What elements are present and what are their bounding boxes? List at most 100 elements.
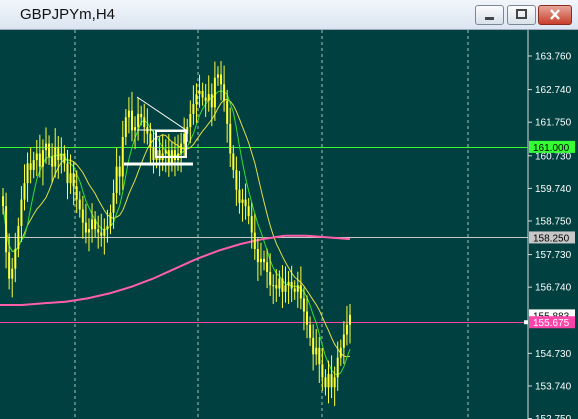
candle-body xyxy=(220,74,223,85)
candle-body xyxy=(124,117,127,138)
candle-body xyxy=(137,113,140,128)
candle-body xyxy=(57,146,60,161)
minimize-button[interactable] xyxy=(475,5,504,25)
candle-body xyxy=(327,374,330,388)
candle-body xyxy=(349,314,351,325)
candle-body xyxy=(69,173,72,184)
candles xyxy=(2,60,351,407)
candle-body xyxy=(72,173,75,187)
candle-body xyxy=(272,285,275,287)
candle-body xyxy=(247,206,250,217)
candle-body xyxy=(241,199,244,203)
price-axis-label: 161.750 xyxy=(535,118,572,129)
candle-body xyxy=(100,232,103,236)
candle-body xyxy=(173,150,176,161)
candle-body xyxy=(20,199,23,226)
candle-body xyxy=(204,97,207,101)
price-axis-label: 163.760 xyxy=(535,52,572,63)
candle-body xyxy=(66,163,69,184)
candle-body xyxy=(189,113,192,128)
candle-body xyxy=(103,229,106,236)
candle-body xyxy=(87,229,90,233)
candle-body xyxy=(321,364,324,378)
candle-body xyxy=(278,278,281,289)
candle-body xyxy=(207,94,210,101)
candle-body xyxy=(259,258,262,263)
candle-body xyxy=(192,104,195,114)
candle-body xyxy=(127,110,130,118)
price-axis-label: 156.740 xyxy=(535,283,572,294)
price-axis-label: 152.750 xyxy=(535,414,572,419)
title-bar[interactable]: GBPJPYm,H4 xyxy=(0,0,578,30)
chart-grid xyxy=(74,30,469,419)
candle-body xyxy=(41,150,44,167)
bid-line-marker xyxy=(524,320,528,325)
candle-body xyxy=(216,74,219,78)
candle-body xyxy=(287,281,290,286)
candle-body xyxy=(229,123,232,154)
candle-body xyxy=(275,285,278,289)
candle-body xyxy=(250,216,253,233)
support-price-tag-text: 158.250 xyxy=(533,233,570,244)
candle-body xyxy=(336,357,339,378)
candle-body xyxy=(302,298,305,312)
candle-body xyxy=(109,212,112,226)
candle-body xyxy=(48,143,51,157)
candle-body xyxy=(106,225,109,230)
candle-body xyxy=(269,272,272,286)
candle-body xyxy=(8,252,11,279)
candle-body xyxy=(134,127,137,131)
candle-body xyxy=(296,285,299,292)
candle-body xyxy=(306,311,309,325)
candle-body xyxy=(81,209,84,223)
candle-body xyxy=(84,222,87,233)
candle-body xyxy=(293,288,296,292)
candle-body xyxy=(315,347,318,355)
candle-body xyxy=(164,150,167,154)
close-icon xyxy=(550,9,560,20)
candle-body xyxy=(284,285,287,292)
price-chart[interactable]: 163.760162.740161.750160.730159.740158.7… xyxy=(0,30,578,419)
candle-body xyxy=(183,133,186,144)
candle-body xyxy=(244,199,247,207)
candle-body xyxy=(309,324,312,338)
candle-body xyxy=(112,192,115,213)
moving-averages xyxy=(0,90,351,376)
candle-body xyxy=(256,248,259,263)
minimize-icon xyxy=(485,17,494,20)
price-axis-label: 153.740 xyxy=(535,381,572,392)
candle-body xyxy=(266,262,269,273)
candle-body xyxy=(210,94,213,108)
window-title: GBPJPYm,H4 xyxy=(20,6,116,23)
candle-body xyxy=(226,100,229,124)
horizontal-lines xyxy=(0,147,528,323)
close-button[interactable] xyxy=(538,5,572,25)
candle-body xyxy=(330,374,333,388)
candle-body xyxy=(149,133,152,147)
candle-body xyxy=(78,199,81,210)
candle-body xyxy=(60,153,63,161)
candle-body xyxy=(38,153,41,167)
candle-body xyxy=(54,146,57,167)
candle-body xyxy=(281,278,284,292)
candle-body xyxy=(223,84,226,101)
bid-price-tag-text: 155.675 xyxy=(533,318,570,329)
candle-body xyxy=(5,206,8,253)
price-axis-label: 162.740 xyxy=(535,85,572,96)
price-axis-label: 157.730 xyxy=(535,250,572,261)
candle-body xyxy=(63,153,66,164)
candle-body xyxy=(180,143,183,154)
candle-body xyxy=(130,110,133,131)
candle-body xyxy=(195,94,198,105)
pattern-drawings xyxy=(124,96,193,166)
candle-body xyxy=(26,163,29,184)
chart-window: GBPJPYm,H4 163.760 162.740 161.750 160.730 1… xyxy=(0,0,578,419)
candle-body xyxy=(75,186,78,200)
price-axis-label: 154.730 xyxy=(535,349,572,360)
candle-body xyxy=(299,285,302,299)
resistance-price-tag-text: 161.000 xyxy=(533,143,570,154)
candle-body xyxy=(318,347,321,365)
maximize-button[interactable] xyxy=(507,5,536,25)
candle-body xyxy=(290,281,293,289)
candle-body xyxy=(121,137,124,177)
